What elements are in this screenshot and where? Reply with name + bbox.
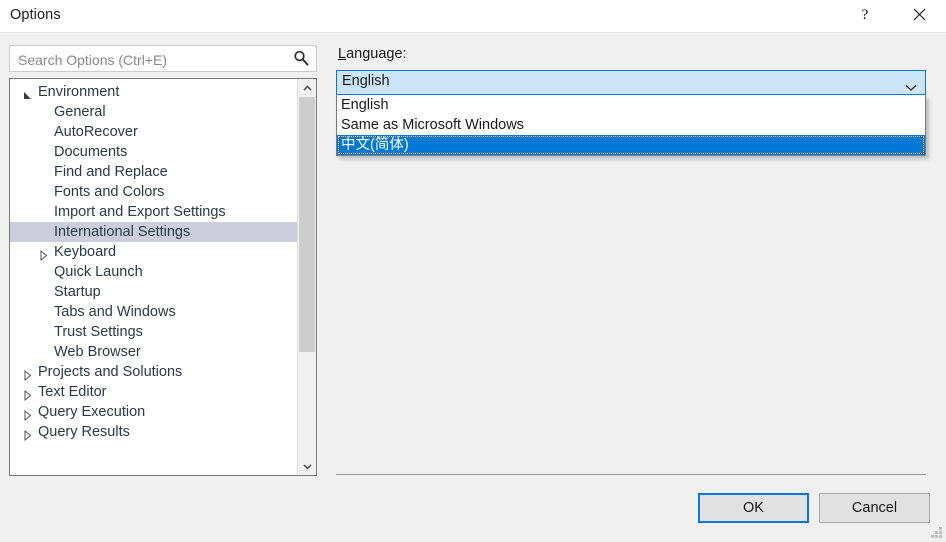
language-combobox[interactable]: English xyxy=(336,70,926,95)
close-icon xyxy=(913,8,926,24)
tree-item-label: Keyboard xyxy=(54,243,117,260)
tree-item[interactable]: AutoRecover xyxy=(10,122,297,142)
tree-item[interactable]: Tabs and Windows xyxy=(10,302,297,322)
search-box[interactable] xyxy=(9,45,317,73)
tree-item[interactable]: Environment xyxy=(10,82,297,102)
tree-item-label: Fonts and Colors xyxy=(54,183,165,200)
tree-scrollbar[interactable] xyxy=(297,79,316,475)
tree-item[interactable]: Fonts and Colors xyxy=(10,182,297,202)
help-button[interactable]: ? xyxy=(842,0,888,31)
tree-item-label: Import and Export Settings xyxy=(54,203,226,220)
tree-item[interactable]: General xyxy=(10,102,297,122)
tree-item[interactable]: Startup xyxy=(10,282,297,302)
resize-grip[interactable] xyxy=(930,526,943,539)
tree-item[interactable]: International Settings xyxy=(10,222,297,242)
tree-item-label: Environment xyxy=(38,83,120,100)
tree-item-label: Trust Settings xyxy=(54,323,143,340)
language-label-accel: L xyxy=(338,46,347,62)
tree-item[interactable]: Quick Launch xyxy=(10,262,297,282)
language-combobox-value: English xyxy=(342,73,390,89)
language-dropdown-list[interactable]: English Same as Microsoft Windows 中文(简体) xyxy=(336,95,926,156)
tree-item[interactable]: Find and Replace xyxy=(10,162,297,182)
scrollbar-thumb[interactable] xyxy=(299,97,315,352)
close-button[interactable] xyxy=(896,0,942,31)
tree-item-list: Environment General AutoRecover Documents Fi… xyxy=(10,79,297,442)
search-icon[interactable] xyxy=(292,49,311,68)
chevron-up-icon xyxy=(302,79,312,97)
tree-item[interactable]: Projects and Solutions xyxy=(10,362,297,382)
tree-item[interactable]: Web Browser xyxy=(10,342,297,362)
title-bar: Options ? xyxy=(0,0,946,33)
language-label: Language: xyxy=(338,46,407,62)
tree-item-label: Web Browser xyxy=(54,343,141,360)
tree-item-label: Startup xyxy=(54,283,101,300)
tree-item-label: Query Execution xyxy=(38,403,146,420)
tree-item[interactable]: Query Results xyxy=(10,422,297,442)
search-input[interactable] xyxy=(16,46,285,73)
options-dialog: Options ? Environment General AutoRecover D… xyxy=(0,0,946,542)
options-tree[interactable]: Environment General AutoRecover Documents Fi… xyxy=(9,78,317,476)
tree-item-label: Documents xyxy=(54,143,128,160)
scroll-up-button[interactable] xyxy=(298,79,316,97)
language-label-rest: anguage: xyxy=(346,46,407,62)
tree-item-label: General xyxy=(54,103,106,120)
tree-item[interactable]: Trust Settings xyxy=(10,322,297,342)
tree-item-label: Tabs and Windows xyxy=(54,303,176,320)
tree-item-label: AutoRecover xyxy=(54,123,138,140)
dropdown-option[interactable]: Same as Microsoft Windows xyxy=(337,115,925,135)
tree-item-label: Text Editor xyxy=(38,383,107,400)
tree-item-label: International Settings xyxy=(54,223,191,240)
tree-item[interactable]: Text Editor xyxy=(10,382,297,402)
tree-item-label: Find and Replace xyxy=(54,163,168,180)
ok-button[interactable]: OK xyxy=(698,493,809,523)
tree-item[interactable]: Keyboard xyxy=(10,242,297,262)
tree-item[interactable]: Import and Export Settings xyxy=(10,202,297,222)
tree-item[interactable]: Documents xyxy=(10,142,297,162)
tree-item-label: Projects and Solutions xyxy=(38,363,183,380)
tree-item[interactable]: Query Execution xyxy=(10,402,297,422)
tree-item-label: Quick Launch xyxy=(54,263,143,280)
dropdown-option[interactable]: 中文(简体) xyxy=(337,135,925,155)
footer-separator xyxy=(336,474,926,475)
chevron-down-icon[interactable] xyxy=(905,79,917,91)
chevron-down-icon xyxy=(302,457,312,475)
window-title: Options xyxy=(10,7,61,23)
question-mark-icon: ? xyxy=(861,7,869,23)
tree-item-label: Query Results xyxy=(38,423,130,440)
cancel-button[interactable]: Cancel xyxy=(819,493,930,523)
expander-collapsed-icon[interactable] xyxy=(23,427,32,447)
scroll-down-button[interactable] xyxy=(298,457,316,475)
dropdown-option[interactable]: English xyxy=(337,95,925,115)
